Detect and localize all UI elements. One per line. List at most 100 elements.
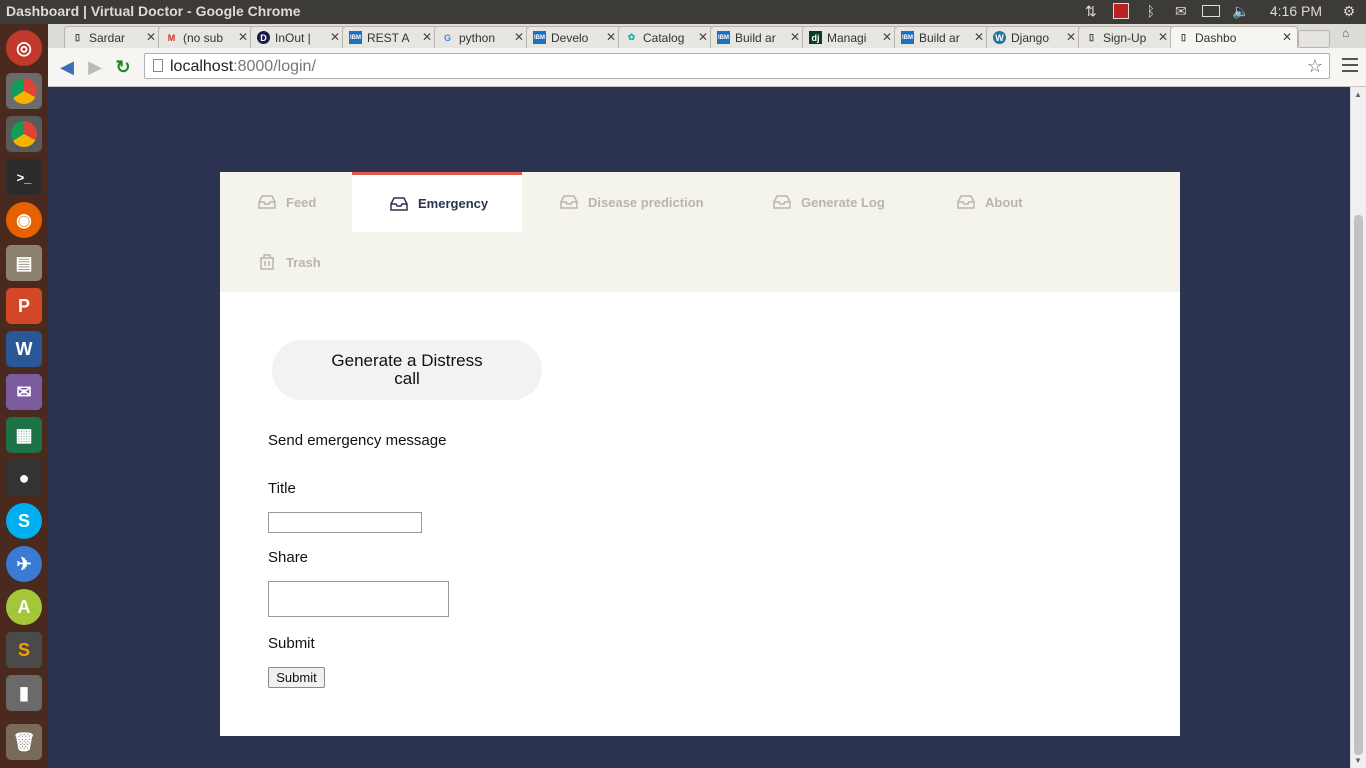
catalog-icon: ✿ — [627, 32, 636, 42]
close-icon[interactable]: ✕ — [146, 30, 156, 44]
ubuntu-dash-icon[interactable]: ◎ — [6, 30, 42, 66]
new-tab-button[interactable] — [1298, 30, 1330, 48]
tab-about[interactable]: About — [957, 172, 1023, 232]
network-icon[interactable]: ⇅ — [1082, 2, 1100, 20]
close-icon[interactable]: ✕ — [1282, 30, 1292, 44]
d-icon: D — [257, 31, 270, 44]
browser-tab[interactable]: ✿ Catalog ✕ — [618, 26, 714, 48]
ibm-icon: IBM — [533, 31, 546, 44]
browser-toolbar: ◀ ▶ ↻ localhost:8000/login/ ☆ — [48, 48, 1366, 87]
system-tray: ⇅ ᛒ ✉ 🔈 4:16 PM ⚙ — [1082, 2, 1358, 20]
tab-trash[interactable]: Trash — [258, 232, 321, 292]
browser-tab[interactable]: ▯ Sign-Up ✕ — [1078, 26, 1174, 48]
bluetooth-icon[interactable]: ᛒ — [1142, 2, 1160, 20]
browser-tab[interactable]: IBM Build ar ✕ — [894, 26, 990, 48]
page-icon — [153, 59, 163, 72]
close-icon[interactable]: ✕ — [422, 30, 432, 44]
scroll-down-icon[interactable]: ▼ — [1354, 756, 1362, 765]
browser-tab[interactable]: IBM Develo ✕ — [526, 26, 622, 48]
chromium-icon[interactable] — [6, 73, 42, 109]
ibm-icon: IBM — [717, 31, 730, 44]
close-icon[interactable]: ✕ — [1158, 30, 1168, 44]
trash-icon[interactable]: 🗑 — [6, 724, 42, 760]
trash-icon — [260, 254, 274, 270]
browser-icon[interactable]: ✈ — [6, 546, 42, 582]
gear-icon[interactable]: ⚙ — [1340, 2, 1358, 20]
inbox-icon — [258, 195, 276, 209]
bookmark-star-icon[interactable]: ☆ — [1307, 56, 1323, 77]
page-icon: ▯ — [75, 32, 80, 42]
browser-tab[interactable]: W Django ✕ — [986, 26, 1082, 48]
title-input[interactable] — [268, 512, 422, 533]
submit-label: Submit — [268, 635, 315, 652]
scroll-up-icon[interactable]: ▲ — [1354, 90, 1362, 99]
page-icon: ▯ — [1181, 32, 1186, 42]
browser-tab[interactable]: Gpython ✕ — [434, 26, 530, 48]
volume-icon[interactable]: 🔈 — [1232, 2, 1250, 20]
share-label: Share — [268, 549, 309, 566]
tab-feed[interactable]: Feed — [258, 172, 316, 232]
close-icon[interactable]: ✕ — [1066, 30, 1076, 44]
user-icon[interactable]: ⌂ — [1342, 26, 1360, 44]
forward-icon[interactable]: ▶ — [84, 56, 106, 78]
tab-emergency[interactable]: Emergency — [352, 172, 522, 232]
gmail-icon: M — [167, 32, 176, 43]
file-manager-icon[interactable]: ▤ — [6, 245, 42, 281]
battery-icon[interactable] — [1201, 2, 1220, 20]
nav-tabs: Feed Emergency Disease prediction Genera… — [220, 172, 1180, 292]
browser-tab[interactable]: ▯ Sardar ✕ — [64, 26, 162, 48]
skype-icon[interactable]: S — [6, 503, 42, 539]
sublime-icon[interactable]: S — [6, 632, 42, 668]
browser-tab-active[interactable]: ▯ Dashbo ✕ — [1170, 26, 1298, 48]
clock[interactable]: 4:16 PM — [1270, 3, 1322, 19]
system-info-icon[interactable]: ● — [6, 460, 42, 496]
scrollbar-thumb[interactable] — [1354, 215, 1363, 755]
page-scrollbar[interactable]: ▲ ▼ — [1350, 87, 1366, 768]
distress-call-button[interactable]: Generate a Distress call — [272, 340, 542, 400]
django-icon: dj — [809, 31, 822, 44]
browser-tab[interactable]: M (no sub ✕ — [158, 26, 254, 48]
writer-icon[interactable]: W — [6, 331, 42, 367]
browser-tab[interactable]: IBM Build ar ✕ — [710, 26, 806, 48]
dashboard-card: Feed Emergency Disease prediction Genera… — [220, 172, 1180, 736]
mail-icon[interactable]: ✉ — [1172, 2, 1190, 20]
browser-tab[interactable]: D InOut | ✕ — [250, 26, 346, 48]
page-icon: ▯ — [1089, 32, 1094, 42]
record-icon[interactable] — [1112, 2, 1130, 20]
menu-icon[interactable] — [1342, 58, 1358, 74]
submit-button[interactable]: Submit — [268, 667, 325, 688]
inbox-icon — [773, 195, 791, 209]
inbox-icon — [560, 195, 578, 209]
close-icon[interactable]: ✕ — [606, 30, 616, 44]
share-textarea[interactable] — [268, 581, 449, 617]
close-icon[interactable]: ✕ — [974, 30, 984, 44]
pidgin-icon[interactable]: ✉ — [6, 374, 42, 410]
close-icon[interactable]: ✕ — [790, 30, 800, 44]
back-icon[interactable]: ◀ — [56, 56, 78, 78]
close-icon[interactable]: ✕ — [514, 30, 524, 44]
browser-tab[interactable]: IBM REST A ✕ — [342, 26, 438, 48]
send-message-heading: Send emergency message — [268, 432, 447, 449]
google-icon: G — [443, 32, 451, 43]
launcher: ◎ >_ ◉ ▤ P W ✉ ▦ ● S ✈ A S ▮ 🗑 — [0, 24, 48, 768]
reload-icon[interactable]: ↻ — [112, 56, 134, 78]
ibm-icon: IBM — [349, 31, 362, 44]
window-title: Dashboard | Virtual Doctor - Google Chro… — [6, 3, 301, 19]
chrome-icon[interactable] — [6, 116, 42, 152]
spreadsheet-icon[interactable]: ▦ — [6, 417, 42, 453]
close-icon[interactable]: ✕ — [330, 30, 340, 44]
address-bar[interactable]: localhost:8000/login/ ☆ — [144, 53, 1330, 79]
android-studio-icon[interactable]: A — [6, 589, 42, 625]
close-icon[interactable]: ✕ — [238, 30, 248, 44]
presentation-icon[interactable]: P — [6, 288, 42, 324]
terminal-icon[interactable]: >_ — [6, 159, 42, 195]
title-label: Title — [268, 480, 296, 497]
firefox-icon[interactable]: ◉ — [6, 202, 42, 238]
close-icon[interactable]: ✕ — [698, 30, 708, 44]
tab-disease-prediction[interactable]: Disease prediction — [560, 172, 704, 232]
tab-generate-log[interactable]: Generate Log — [773, 172, 885, 232]
browser-tab[interactable]: dj Managi ✕ — [802, 26, 898, 48]
url-text[interactable]: localhost:8000/login/ — [170, 58, 316, 76]
close-icon[interactable]: ✕ — [882, 30, 892, 44]
media-player-icon[interactable]: ▮ — [6, 675, 42, 711]
